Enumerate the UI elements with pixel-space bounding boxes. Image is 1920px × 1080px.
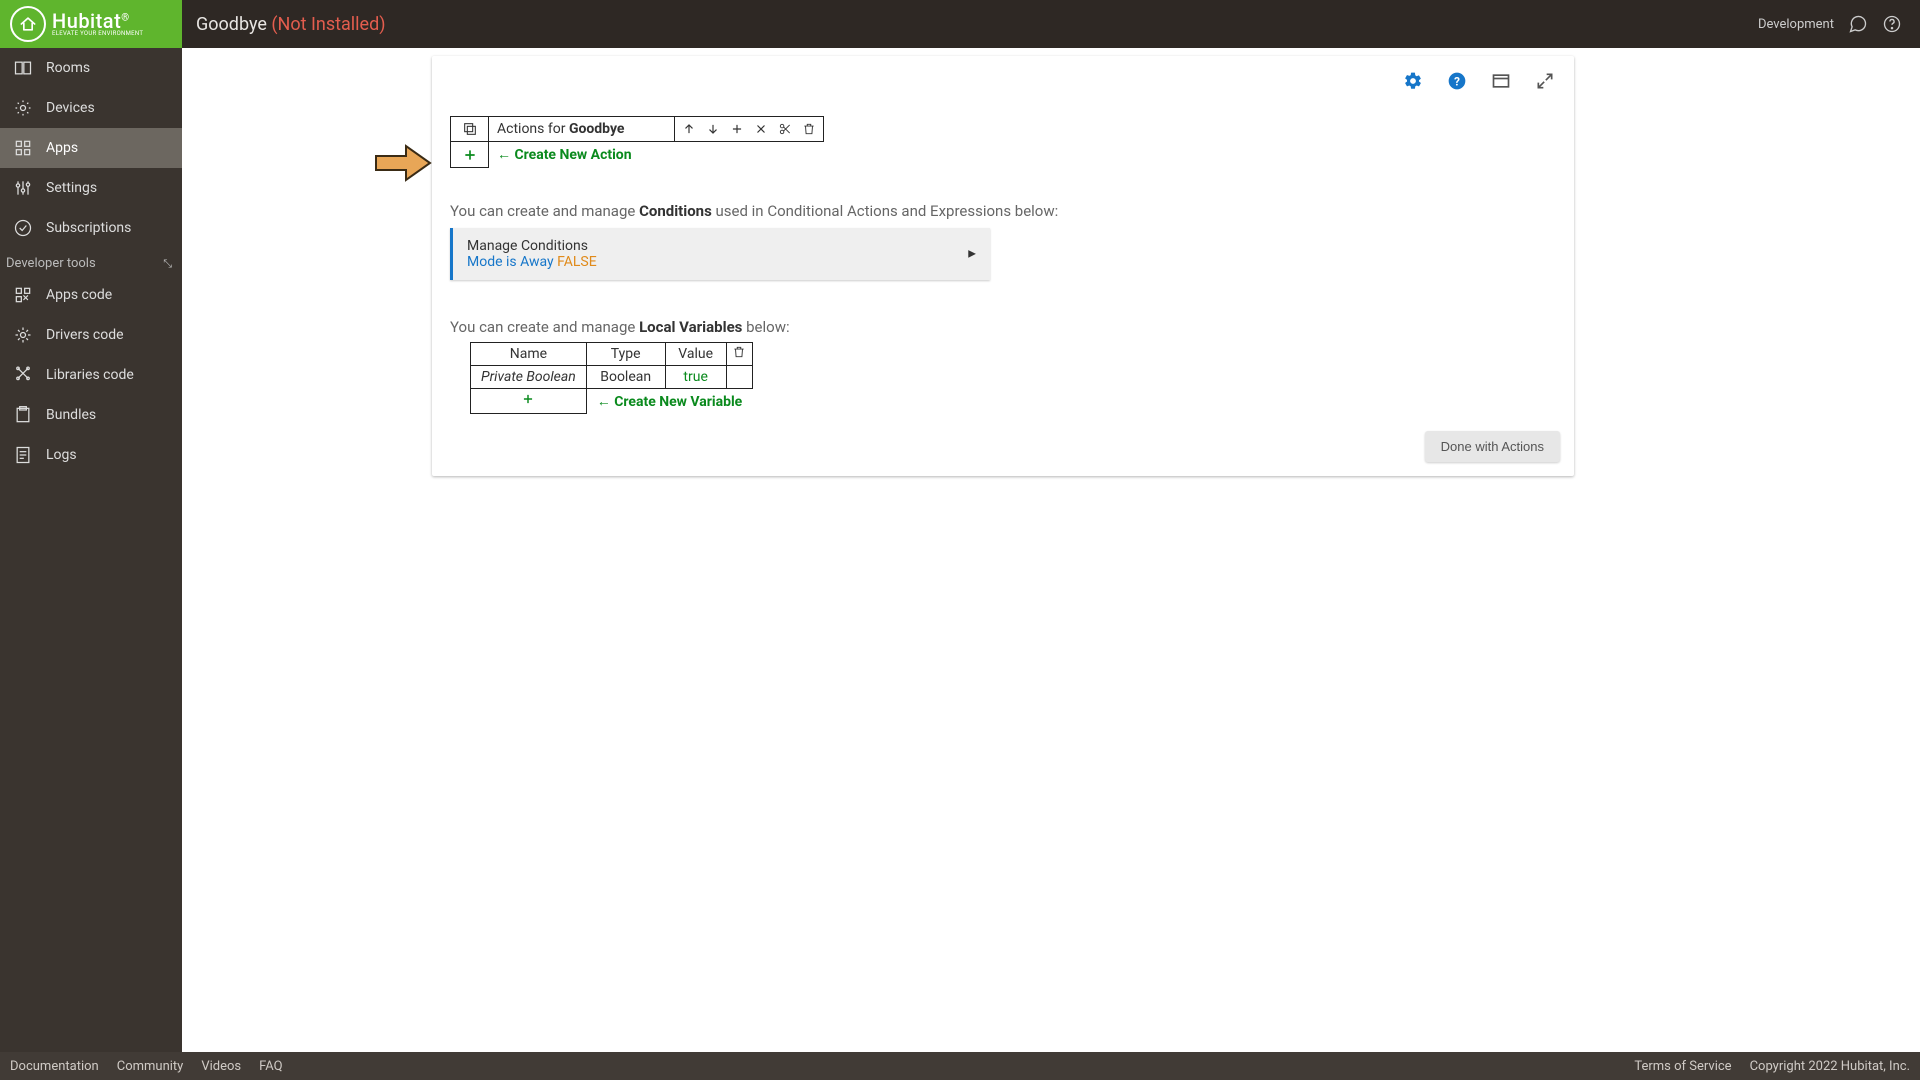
window-icon[interactable]	[1490, 70, 1512, 92]
actions-title: Actions for Goodbye	[489, 117, 675, 142]
sidebar-item-bundles[interactable]: Bundles	[0, 395, 182, 435]
var-value[interactable]: true	[665, 365, 726, 388]
main-panel: ? Actions for Goodbye	[182, 48, 1920, 1052]
col-type: Type	[586, 342, 665, 365]
highlight-arrow-icon	[374, 142, 434, 184]
add-action-button[interactable]	[451, 142, 489, 168]
logo-text: Hubitat® ELEVATE YOUR ENVIRONMENT	[52, 11, 143, 37]
condition-state: FALSE	[557, 254, 597, 270]
action-toolbar	[675, 117, 824, 142]
add-icon[interactable]	[725, 117, 749, 141]
content-card: ? Actions for Goodbye	[432, 56, 1574, 476]
expand-icon[interactable]	[1534, 70, 1556, 92]
apps-icon	[12, 137, 34, 159]
sidebar-item-logs[interactable]: Logs	[0, 435, 182, 475]
logo[interactable]: Hubitat® ELEVATE YOUR ENVIRONMENT	[0, 0, 182, 48]
subscriptions-icon	[12, 217, 34, 239]
sidebar-item-label: Logs	[46, 447, 77, 463]
page-title: Goodbye (Not Installed)	[196, 14, 386, 35]
settings-icon	[12, 177, 34, 199]
col-value: Value	[665, 342, 726, 365]
footer-copyright: Copyright 2022 Hubitat, Inc.	[1750, 1059, 1910, 1074]
manage-conditions-box[interactable]: Manage Conditions Mode is Away FALSE ▶	[450, 228, 990, 280]
sidebar-item-subscriptions[interactable]: Subscriptions	[0, 208, 182, 248]
collapse-icon: ⤡	[163, 257, 172, 271]
sidebar-item-label: Drivers code	[46, 327, 124, 343]
footer-link-faq[interactable]: FAQ	[259, 1059, 282, 1074]
col-name: Name	[471, 342, 587, 365]
sidebar-item-label: Devices	[46, 100, 95, 116]
move-down-icon[interactable]	[701, 117, 725, 141]
bundles-icon	[12, 404, 34, 426]
install-status: (Not Installed)	[271, 14, 385, 35]
add-variable-button[interactable]	[471, 388, 587, 413]
apps-code-icon	[12, 284, 34, 306]
logs-icon	[12, 444, 34, 466]
libraries-icon	[12, 364, 34, 386]
table-row: Private Boolean Boolean true	[450, 365, 752, 388]
copy-icon[interactable]	[451, 117, 489, 142]
footer-link-community[interactable]: Community	[117, 1059, 184, 1074]
sidebar-item-apps-code[interactable]: Apps code	[0, 275, 182, 315]
sidebar-item-label: Rooms	[46, 60, 90, 76]
mode-label: Development	[1758, 17, 1834, 32]
app-title: Goodbye	[196, 14, 267, 35]
condition-text: Mode is Away	[467, 254, 554, 270]
move-up-icon[interactable]	[677, 117, 701, 141]
card-tools: ?	[1402, 70, 1556, 92]
sidebar: Rooms Devices Apps Settings Subscription…	[0, 48, 182, 1052]
rooms-icon	[12, 57, 34, 79]
sidebar-item-label: Subscriptions	[46, 220, 131, 236]
var-delete-cell[interactable]	[726, 365, 752, 388]
dev-tools-label: Developer tools	[6, 256, 96, 271]
help-icon[interactable]	[1882, 14, 1902, 34]
sidebar-item-rooms[interactable]: Rooms	[0, 48, 182, 88]
devices-icon	[12, 97, 34, 119]
cut-icon[interactable]	[773, 117, 797, 141]
trash-icon[interactable]	[797, 117, 821, 141]
topbar: Hubitat® ELEVATE YOUR ENVIRONMENT Goodby…	[0, 0, 1920, 48]
var-type: Boolean	[586, 365, 665, 388]
sidebar-item-devices[interactable]: Devices	[0, 88, 182, 128]
manage-conditions-title: Manage Conditions	[467, 238, 974, 254]
top-right-controls: Development	[1758, 14, 1920, 34]
footer-link-videos[interactable]: Videos	[201, 1059, 241, 1074]
logo-mark-icon	[10, 6, 46, 42]
condition-line: Mode is Away FALSE	[467, 254, 974, 270]
svg-text:?: ?	[1454, 75, 1460, 89]
sidebar-item-settings[interactable]: Settings	[0, 168, 182, 208]
sidebar-item-label: Libraries code	[46, 367, 134, 383]
info-icon[interactable]: ?	[1446, 70, 1468, 92]
create-variable-link[interactable]: ← Create New Variable	[597, 394, 742, 410]
conditions-help-text: You can create and manage Conditions use…	[450, 202, 1556, 220]
create-action-link[interactable]: ← Create New Action	[497, 147, 632, 163]
variables-help-text: You can create and manage Local Variable…	[450, 318, 1556, 336]
var-name: Private Boolean	[471, 365, 587, 388]
chat-icon[interactable]	[1848, 14, 1868, 34]
done-with-actions-button[interactable]: Done with Actions	[1425, 431, 1560, 462]
footer-link-documentation[interactable]: Documentation	[10, 1059, 99, 1074]
footer-terms[interactable]: Terms of Service	[1634, 1059, 1731, 1074]
dev-tools-header[interactable]: Developer tools ⤡	[0, 248, 182, 275]
actions-table: Actions for Goodbye	[450, 116, 824, 168]
sidebar-item-label: Apps code	[46, 287, 112, 303]
chevron-right-icon: ▶	[968, 248, 976, 259]
variables-table: Name Type Value Private Boolean Boolean …	[450, 342, 753, 414]
sidebar-item-label: Apps	[46, 140, 78, 156]
drivers-code-icon	[12, 324, 34, 346]
footer: Documentation Community Videos FAQ Terms…	[0, 1052, 1920, 1080]
sidebar-item-label: Settings	[46, 180, 97, 196]
sidebar-item-libraries-code[interactable]: Libraries code	[0, 355, 182, 395]
sidebar-item-apps[interactable]: Apps	[0, 128, 182, 168]
close-icon[interactable]	[749, 117, 773, 141]
sidebar-item-label: Bundles	[46, 407, 96, 423]
sidebar-item-drivers-code[interactable]: Drivers code	[0, 315, 182, 355]
gear-icon[interactable]	[1402, 70, 1424, 92]
delete-col-icon[interactable]	[726, 342, 752, 365]
